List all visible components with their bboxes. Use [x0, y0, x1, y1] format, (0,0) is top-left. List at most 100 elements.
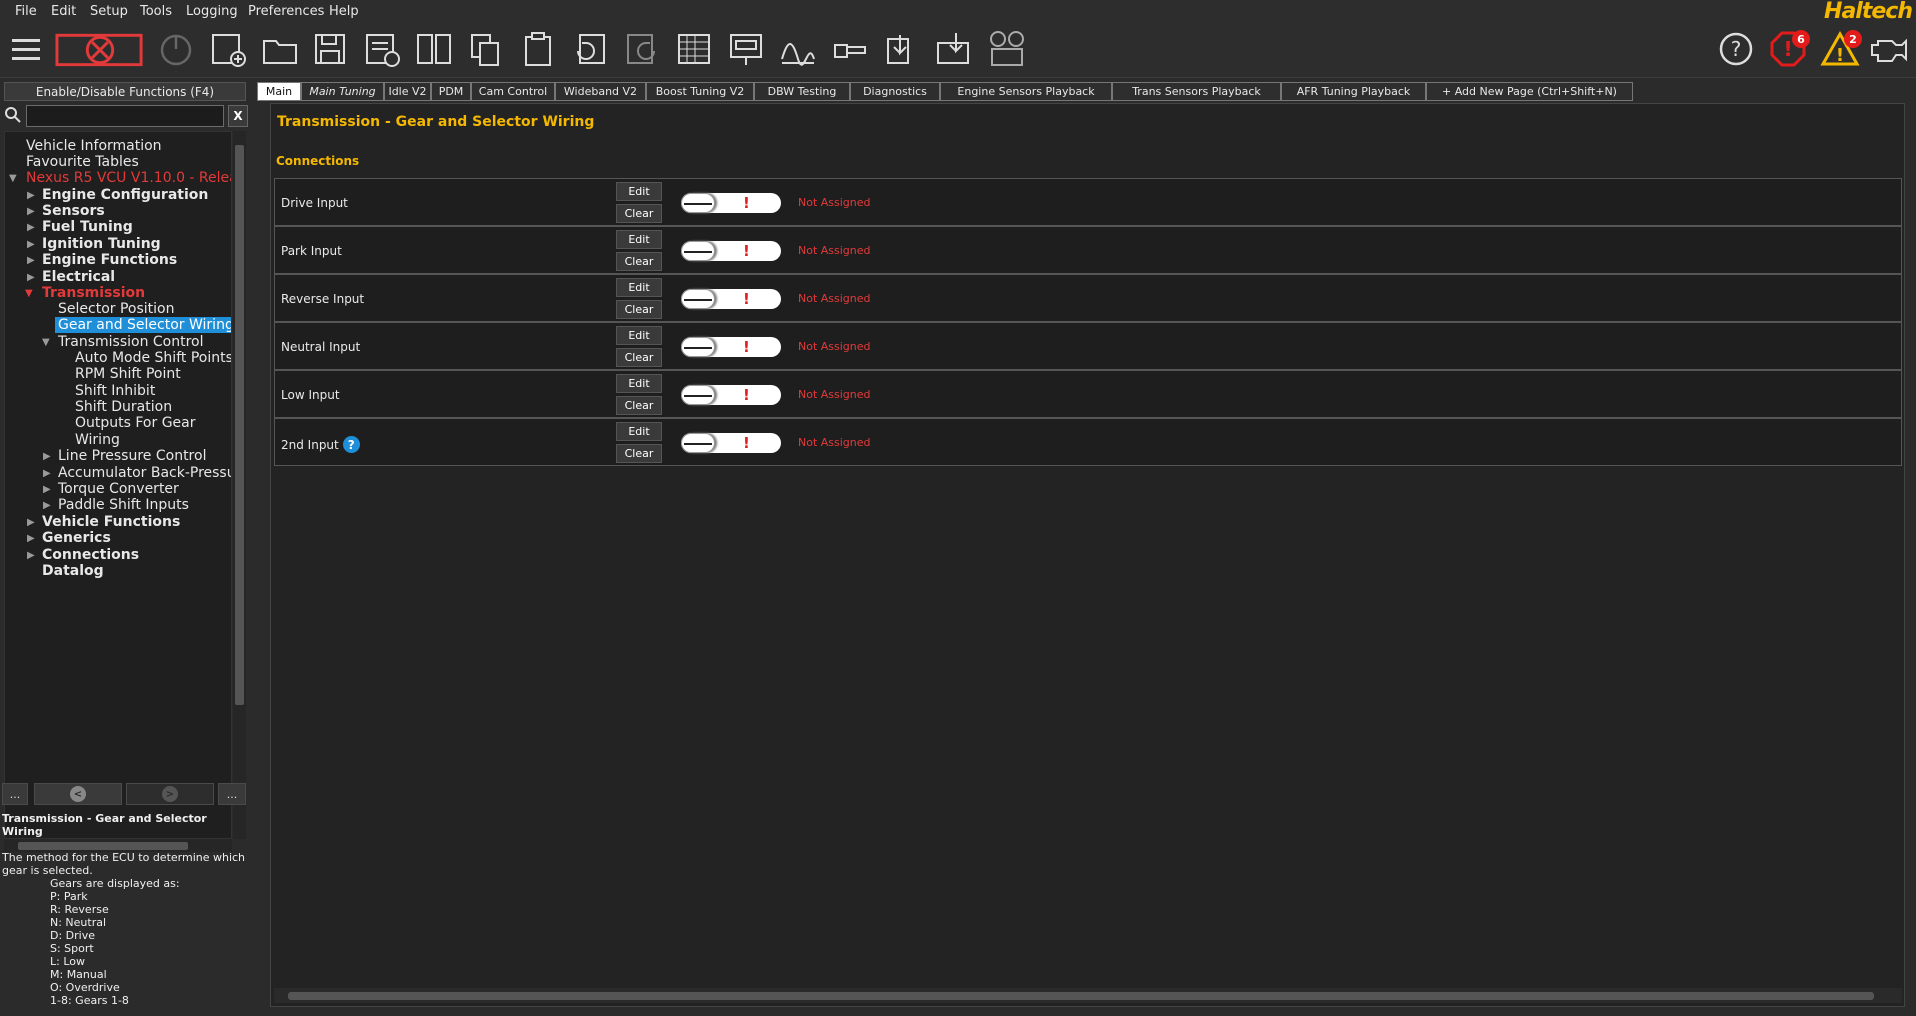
collapse-arrow-icon[interactable]: ▶	[43, 500, 51, 511]
collapse-arrow-icon[interactable]: ▶	[43, 484, 51, 495]
engine-icon[interactable]	[1866, 27, 1910, 71]
graph-icon[interactable]	[776, 27, 820, 71]
compare-icon[interactable]	[412, 27, 456, 71]
help-icon[interactable]: ?	[1714, 27, 1758, 71]
tree-item-rpm-shift-point[interactable]: RPM Shift Point	[75, 366, 181, 382]
tree-item-torque-converter[interactable]: Torque Converter	[58, 481, 179, 497]
clear-button[interactable]: Clear	[616, 444, 662, 463]
menu-file[interactable]: File	[15, 4, 37, 19]
more-left-button[interactable]: ...	[2, 783, 28, 805]
collapse-arrow-icon[interactable]: ▶	[27, 222, 35, 233]
more-right-button[interactable]: ...	[218, 783, 246, 805]
main-horizontal-scroll-thumb[interactable]	[288, 992, 1874, 1000]
tree-item-transmission[interactable]: Transmission	[42, 285, 145, 301]
menu-tools[interactable]: Tools	[140, 4, 172, 19]
hamburger-menu-icon[interactable]	[4, 27, 48, 71]
clear-button[interactable]: Clear	[616, 396, 662, 415]
tree-vertical-scroll-thumb[interactable]	[235, 145, 244, 705]
expand-arrow-icon[interactable]: ▼	[25, 288, 33, 299]
tab-cam-control[interactable]: Cam Control	[471, 82, 555, 101]
edit-button[interactable]: Edit	[616, 182, 662, 201]
edit-button[interactable]: Edit	[616, 278, 662, 297]
tree-item-shift-duration[interactable]: Shift Duration	[75, 399, 172, 415]
tab-diagnostics[interactable]: Diagnostics	[850, 82, 940, 101]
collapse-arrow-icon[interactable]: ▶	[27, 255, 35, 266]
tree-item-generics[interactable]: Generics	[42, 530, 111, 546]
tree-item-line-pressure-control[interactable]: Line Pressure Control	[58, 448, 206, 464]
tree-item-gear-and-selector-wiring[interactable]: Gear and Selector Wiring	[55, 317, 231, 333]
enable-toggle[interactable]: !	[681, 193, 781, 213]
tab-trans-sensors-playback[interactable]: Trans Sensors Playback	[1112, 82, 1281, 101]
tab-engine-sensors-playback[interactable]: Engine Sensors Playback	[940, 82, 1112, 101]
tree-item-datalog[interactable]: Datalog	[42, 563, 104, 579]
disconnect-icon[interactable]	[54, 27, 146, 71]
tree-item-favourite-tables[interactable]: Favourite Tables	[26, 154, 139, 170]
menu-logging[interactable]: Logging	[186, 4, 238, 19]
tree-vertical-scrollbar[interactable]	[233, 131, 246, 839]
table-icon[interactable]	[672, 27, 716, 71]
redo-icon[interactable]	[620, 27, 664, 71]
collapse-arrow-icon[interactable]: ▶	[27, 272, 35, 283]
clear-button[interactable]: Clear	[616, 204, 662, 223]
send-icon[interactable]	[880, 27, 924, 71]
save-icon[interactable]	[308, 27, 352, 71]
copy-icon[interactable]	[464, 27, 508, 71]
edit-button[interactable]: Edit	[616, 374, 662, 393]
tree-item-connections[interactable]: Connections	[42, 547, 139, 563]
collapse-arrow-icon[interactable]: ▶	[27, 533, 35, 544]
enable-toggle[interactable]: !	[681, 337, 781, 357]
search-clear-button[interactable]: X	[228, 105, 248, 127]
tab-wideband-v2[interactable]: Wideband V2	[555, 82, 646, 101]
tree-item-engine-configuration[interactable]: Engine Configuration	[42, 187, 208, 203]
tree-item-engine-functions[interactable]: Engine Functions	[42, 252, 177, 268]
tree-search-input[interactable]	[26, 105, 224, 127]
key-icon[interactable]	[828, 27, 872, 71]
tree-item-device[interactable]: Nexus R5 VCU V1.10.0 - Release	[26, 170, 231, 186]
menu-edit[interactable]: Edit	[51, 4, 76, 19]
tree-item-electrical[interactable]: Electrical	[42, 269, 115, 285]
collapse-arrow-icon[interactable]: ▶	[27, 517, 35, 528]
tab-main-tuning[interactable]: Main Tuning	[301, 82, 384, 101]
clear-button[interactable]: Clear	[616, 252, 662, 271]
tab-pdm[interactable]: PDM	[431, 82, 471, 101]
tree-item-selector-position[interactable]: Selector Position	[58, 301, 174, 317]
open-folder-icon[interactable]	[258, 27, 302, 71]
edit-button[interactable]: Edit	[616, 326, 662, 345]
menu-preferences[interactable]: Preferences	[248, 4, 324, 19]
enable-toggle[interactable]: !	[681, 433, 781, 453]
clear-button[interactable]: Clear	[616, 300, 662, 319]
program-icon[interactable]	[932, 27, 976, 71]
tab-afr-tuning-playback[interactable]: AFR Tuning Playback	[1281, 82, 1426, 101]
new-project-icon[interactable]	[206, 27, 250, 71]
collapse-arrow-icon[interactable]: ▶	[27, 239, 35, 250]
enable-toggle[interactable]: !	[681, 241, 781, 261]
tree-item-transmission-control[interactable]: Transmission Control	[58, 334, 204, 350]
edit-button[interactable]: Edit	[616, 422, 662, 441]
clear-button[interactable]: Clear	[616, 348, 662, 367]
power-icon[interactable]	[154, 27, 198, 71]
tab-boost-tuning-v2[interactable]: Boost Tuning V2	[646, 82, 754, 101]
menu-setup[interactable]: Setup	[90, 4, 128, 19]
back-button[interactable]: <	[34, 783, 122, 805]
undo-icon[interactable]	[568, 27, 612, 71]
steering-icon[interactable]	[984, 27, 1028, 71]
main-horizontal-scrollbar[interactable]	[274, 988, 1902, 1003]
export-icon[interactable]	[360, 27, 404, 71]
forward-button[interactable]: >	[126, 783, 214, 805]
collapse-arrow-icon[interactable]: ▶	[27, 550, 35, 561]
tree-item-accumulator-back-pressure[interactable]: Accumulator Back-Pressure	[58, 465, 231, 481]
tree-item-ignition-tuning[interactable]: Ignition Tuning	[42, 236, 161, 252]
errors-icon[interactable]: ! 6	[1766, 27, 1810, 71]
tab-main[interactable]: Main	[257, 82, 301, 101]
tree-item-outputs-for-gear-wiring[interactable]: Wiring	[75, 432, 120, 448]
menu-help[interactable]: Help	[329, 4, 359, 19]
expand-arrow-icon[interactable]: ▼	[42, 337, 50, 348]
collapse-arrow-icon[interactable]: ▶	[27, 206, 35, 217]
tree-item-shift-inhibit[interactable]: Shift Inhibit	[75, 383, 155, 399]
warnings-icon[interactable]: ! 2	[1818, 27, 1862, 71]
collapse-arrow-icon[interactable]: ▶	[27, 190, 35, 201]
collapse-arrow-icon[interactable]: ▶	[43, 451, 51, 462]
tab-idle-v2[interactable]: Idle V2	[384, 82, 431, 101]
expand-arrow-icon[interactable]: ▼	[9, 173, 17, 184]
edit-button[interactable]: Edit	[616, 230, 662, 249]
